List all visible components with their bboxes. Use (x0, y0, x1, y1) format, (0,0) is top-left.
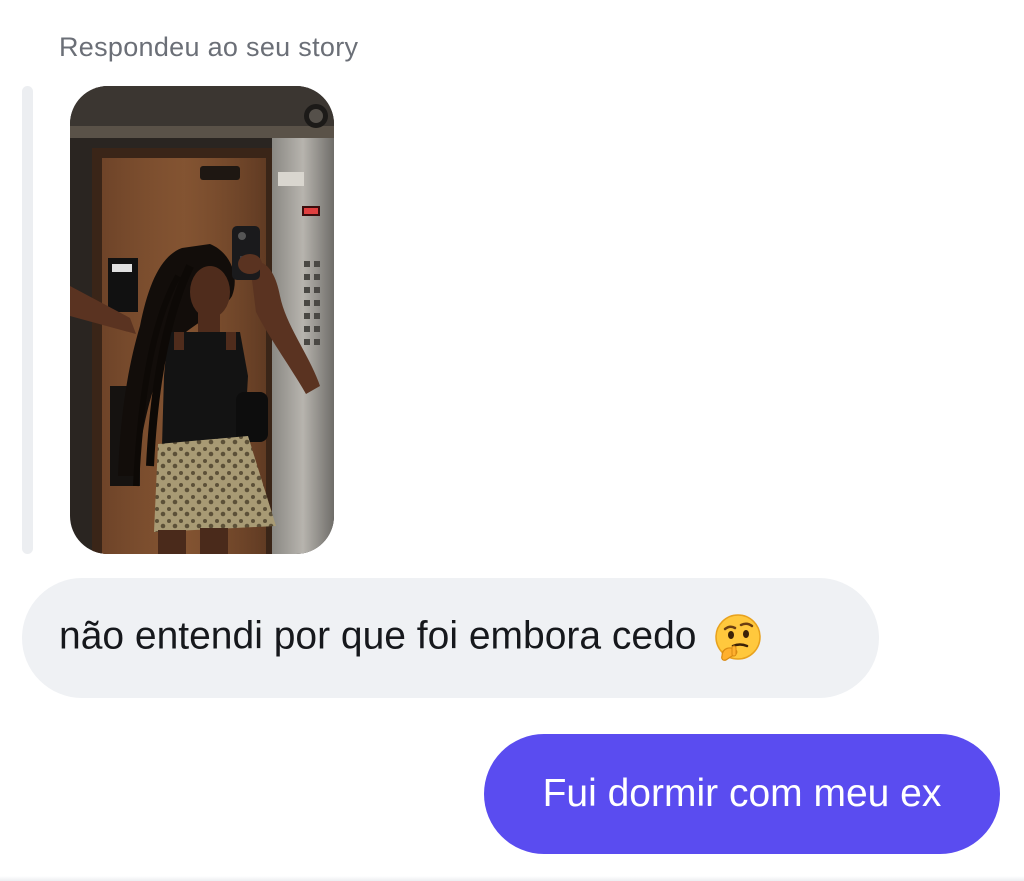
bottom-divider (0, 876, 1024, 881)
incoming-message-text: não entendi por que foi embora cedo (59, 612, 764, 664)
reply-context-label: Respondeu ao seu story (59, 32, 359, 62)
story-quote-bar (22, 86, 33, 554)
outgoing-message-bubble[interactable]: Fui dormir com meu ex (484, 734, 1000, 854)
outgoing-message-text: Fui dormir com meu ex (542, 772, 942, 815)
thinking-face-icon (715, 614, 762, 661)
story-photo (70, 86, 334, 554)
incoming-message-bubble[interactable]: não entendi por que foi embora cedo (22, 578, 879, 698)
incoming-message-body: não entendi por que foi embora cedo (59, 614, 697, 658)
story-thumbnail[interactable] (70, 86, 334, 554)
